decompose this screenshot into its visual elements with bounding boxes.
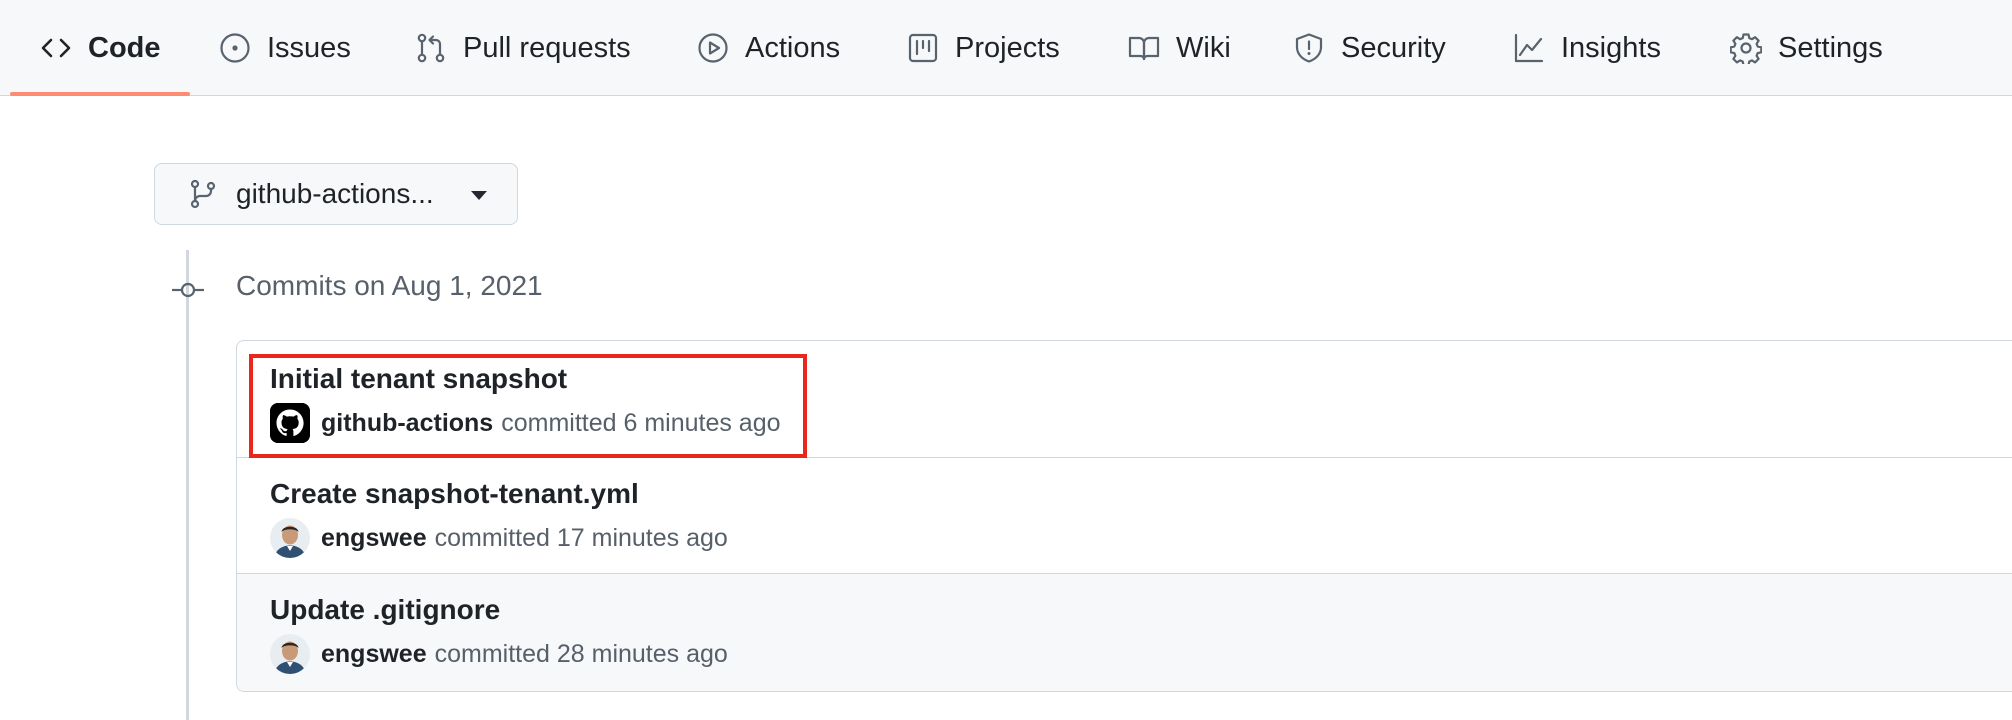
tab-label: Code bbox=[88, 31, 161, 64]
tab-label: Settings bbox=[1778, 31, 1883, 64]
commit-list: Initial tenant snapshot github-actions c… bbox=[236, 340, 2012, 692]
code-icon bbox=[40, 32, 72, 64]
commit-time: committed 17 minutes ago bbox=[434, 523, 728, 552]
branch-name: github-actions... bbox=[236, 178, 434, 209]
commit-author-link[interactable]: engswee bbox=[321, 524, 427, 553]
commit-author-link[interactable]: engswee bbox=[321, 640, 427, 669]
commit-row: Update .gitignore engswee committed 28 m… bbox=[237, 574, 2012, 691]
tab-label: Projects bbox=[955, 31, 1060, 64]
tab-label: Actions bbox=[745, 31, 841, 64]
shield-icon bbox=[1293, 32, 1325, 64]
tab-insights[interactable]: Insights bbox=[1513, 0, 1661, 96]
commit-meta: engswee committed 28 minutes ago bbox=[270, 634, 728, 674]
git-commit-icon bbox=[172, 278, 204, 302]
tab-pull-requests[interactable]: Pull requests bbox=[415, 0, 631, 96]
user-avatar[interactable] bbox=[270, 634, 310, 674]
play-icon bbox=[697, 32, 729, 64]
commit-time: committed 6 minutes ago bbox=[501, 408, 781, 437]
git-branch-icon bbox=[189, 179, 217, 209]
commit-row: Create snapshot-tenant.yml engswee commi… bbox=[237, 458, 2012, 574]
branch-selector-button[interactable]: github-actions... bbox=[154, 163, 518, 225]
gear-icon bbox=[1730, 32, 1762, 64]
graph-icon bbox=[1513, 32, 1545, 64]
tab-label: Security bbox=[1341, 31, 1446, 64]
tab-issues[interactable]: Issues bbox=[219, 0, 351, 96]
timeline-line bbox=[186, 250, 189, 720]
tab-label: Insights bbox=[1561, 31, 1661, 64]
tab-wiki[interactable]: Wiki bbox=[1128, 0, 1231, 96]
issue-opened-icon bbox=[219, 32, 251, 64]
repo-tab-nav: Code Issues Pull requests Actions Projec… bbox=[0, 0, 2012, 96]
tab-code[interactable]: Code bbox=[40, 0, 161, 96]
user-avatar[interactable] bbox=[270, 518, 310, 558]
tab-security[interactable]: Security bbox=[1293, 0, 1446, 96]
tab-projects[interactable]: Projects bbox=[907, 0, 1060, 96]
tab-actions[interactable]: Actions bbox=[697, 0, 840, 96]
repository-commits-page: Code Issues Pull requests Actions Projec… bbox=[0, 0, 2012, 720]
tab-label: Wiki bbox=[1176, 31, 1231, 64]
commits-date-heading: Commits on Aug 1, 2021 bbox=[236, 270, 543, 301]
book-icon bbox=[1128, 32, 1160, 64]
tab-settings[interactable]: Settings bbox=[1730, 0, 1883, 96]
github-actions-avatar[interactable] bbox=[270, 403, 310, 443]
tab-label: Pull requests bbox=[463, 31, 631, 64]
commit-row: Initial tenant snapshot github-actions c… bbox=[237, 341, 2012, 458]
commit-author-link[interactable]: github-actions bbox=[321, 409, 493, 438]
commit-title-link[interactable]: Create snapshot-tenant.yml bbox=[270, 478, 639, 510]
project-icon bbox=[907, 32, 939, 64]
chevron-down-icon bbox=[471, 191, 487, 200]
commit-title-link[interactable]: Update .gitignore bbox=[270, 594, 500, 626]
commit-title-link[interactable]: Initial tenant snapshot bbox=[270, 363, 567, 395]
git-pull-request-icon bbox=[415, 32, 447, 64]
commit-time: committed 28 minutes ago bbox=[434, 639, 728, 668]
commit-meta: engswee committed 17 minutes ago bbox=[270, 518, 728, 558]
tab-label: Issues bbox=[267, 31, 351, 64]
selected-tab-indicator bbox=[10, 92, 190, 96]
commit-meta: github-actions committed 6 minutes ago bbox=[270, 403, 781, 443]
